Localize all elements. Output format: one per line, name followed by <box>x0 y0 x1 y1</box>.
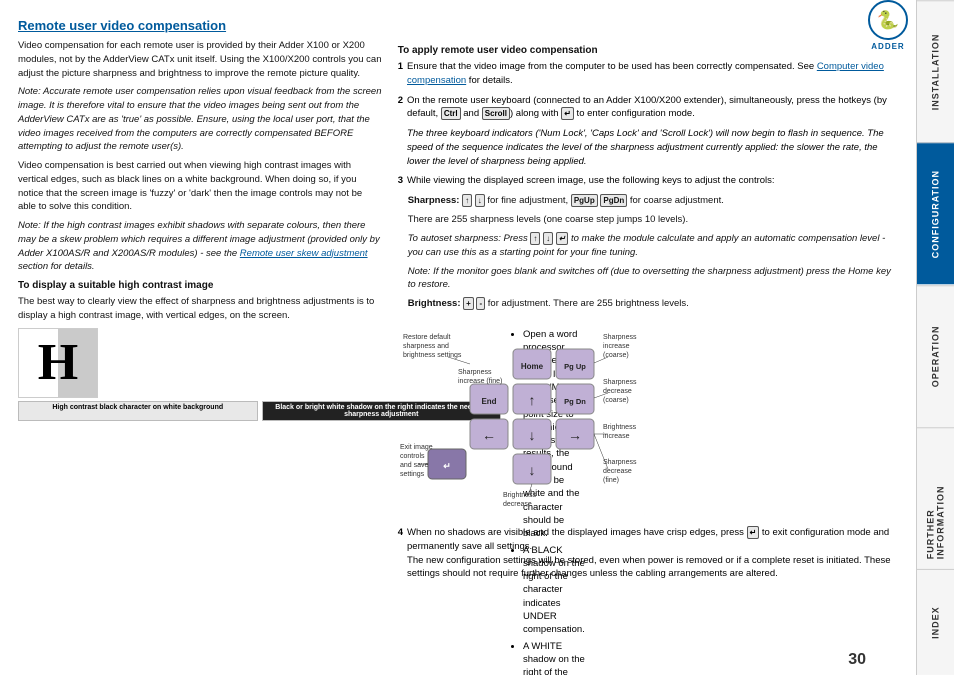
skew-link[interactable]: Remote user skew adjustment <box>240 248 368 259</box>
step-1: 1 Ensure that the video image from the c… <box>398 60 900 88</box>
keyboard-diagram: Home Pg Up End Pg Dn ↑ ← <box>398 319 900 522</box>
step-3: 3 While viewing the displayed screen ima… <box>398 174 900 188</box>
ctrl-key: Ctrl <box>441 107 461 120</box>
display-text: The best way to clearly view the effect … <box>18 295 382 323</box>
svg-text:↓: ↓ <box>528 427 535 443</box>
svg-text:controls: controls <box>400 453 425 460</box>
note3-text: Note: If the high contrast images exhibi… <box>18 219 382 274</box>
scroll-key: Scroll <box>482 107 510 120</box>
right-sidebar: INSTALLATION CONFIGURATION OPERATION FUR… <box>916 0 954 675</box>
adder-logo: 🐍 ADDER <box>868 0 908 51</box>
sidebar-tab-index[interactable]: INDEX <box>917 569 954 675</box>
brightness-section: Brightness: + - for adjustment. There ar… <box>408 297 900 311</box>
note2-text: Video compensation is best carried out w… <box>18 159 382 214</box>
svg-text:↓: ↓ <box>528 462 535 478</box>
intro-text: Video compensation for each remote user … <box>18 39 382 80</box>
svg-text:Brightness: Brightness <box>503 492 537 499</box>
page-number: 30 <box>848 651 866 669</box>
svg-text:(coarse): (coarse) <box>603 352 629 359</box>
svg-text:Sharpness: Sharpness <box>603 379 637 386</box>
svg-text:Sharpness: Sharpness <box>603 459 637 466</box>
display-heading: To display a suitable high contrast imag… <box>18 280 382 291</box>
sidebar-tab-further-information[interactable]: FURTHER INFORMATION <box>917 427 954 569</box>
sidebar-tab-configuration[interactable]: CONFIGURATION <box>917 142 954 284</box>
svg-text:Home: Home <box>521 362 544 371</box>
enter-key: ↵ <box>561 107 574 120</box>
hc-label-left: High contrast black character on white b… <box>18 401 258 421</box>
brightness-label: Brightness: <box>408 298 463 309</box>
svg-text:Brightness: Brightness <box>603 424 637 431</box>
svg-text:decrease: decrease <box>603 468 632 475</box>
svg-text:Restore default: Restore default <box>403 334 451 341</box>
svg-text:decrease: decrease <box>503 501 532 508</box>
sharpness-section: Sharpness: ↑ ↓ for fine adjustment, PgUp… <box>408 194 900 292</box>
svg-text:sharpness and: sharpness and <box>403 343 449 350</box>
svg-text:increase: increase <box>603 343 630 350</box>
step-4: 4 When no shadows are visible and the di… <box>398 526 900 581</box>
sidebar-tab-operation[interactable]: OPERATION <box>917 285 954 427</box>
steps-list: 1 Ensure that the video image from the c… <box>398 60 900 188</box>
sidebar-tab-installation[interactable]: INSTALLATION <box>917 0 954 142</box>
svg-text:Pg Up: Pg Up <box>564 362 586 371</box>
comp-video-link[interactable]: Computer video compensation <box>407 61 884 86</box>
sharpness-label: Sharpness: <box>408 195 462 206</box>
step-2b: 2 The three keyboard indicators ('Num Lo… <box>398 127 900 168</box>
note1-text: Note: Accurate remote user compensation … <box>18 85 382 154</box>
svg-text:Sharpness: Sharpness <box>603 334 637 341</box>
svg-text:decrease: decrease <box>603 388 632 395</box>
svg-text:Pg Dn: Pg Dn <box>564 397 586 406</box>
sharpness-levels: There are 255 sharpness levels (one coar… <box>408 213 900 227</box>
svg-text:↵: ↵ <box>443 461 451 471</box>
svg-text:→: → <box>568 427 582 443</box>
svg-text:increase (fine): increase (fine) <box>458 378 502 385</box>
svg-text:Exit image: Exit image <box>400 444 433 451</box>
note-blank: Note: If the monitor goes blank and swit… <box>408 265 900 293</box>
apply-heading: To apply remote user video compensation <box>398 45 900 56</box>
page-title: Remote user video compensation <box>18 18 900 33</box>
step4-list: 4 When no shadows are visible and the di… <box>398 526 900 581</box>
step-2: 2 On the remote user keyboard (connected… <box>398 94 900 122</box>
svg-text:brightness settings: brightness settings <box>403 352 462 359</box>
svg-text:and save: and save <box>400 462 429 469</box>
svg-text:(coarse): (coarse) <box>603 397 629 404</box>
svg-text:settings: settings <box>400 471 425 478</box>
autoset-text: To autoset sharpness: Press ↑ ↓ ↵ to mak… <box>408 232 900 260</box>
svg-text:End: End <box>481 397 496 406</box>
svg-text:Sharpness: Sharpness <box>458 369 492 376</box>
svg-text:(fine): (fine) <box>603 477 619 484</box>
svg-text:←: ← <box>482 427 496 443</box>
svg-text:↑: ↑ <box>528 392 535 408</box>
